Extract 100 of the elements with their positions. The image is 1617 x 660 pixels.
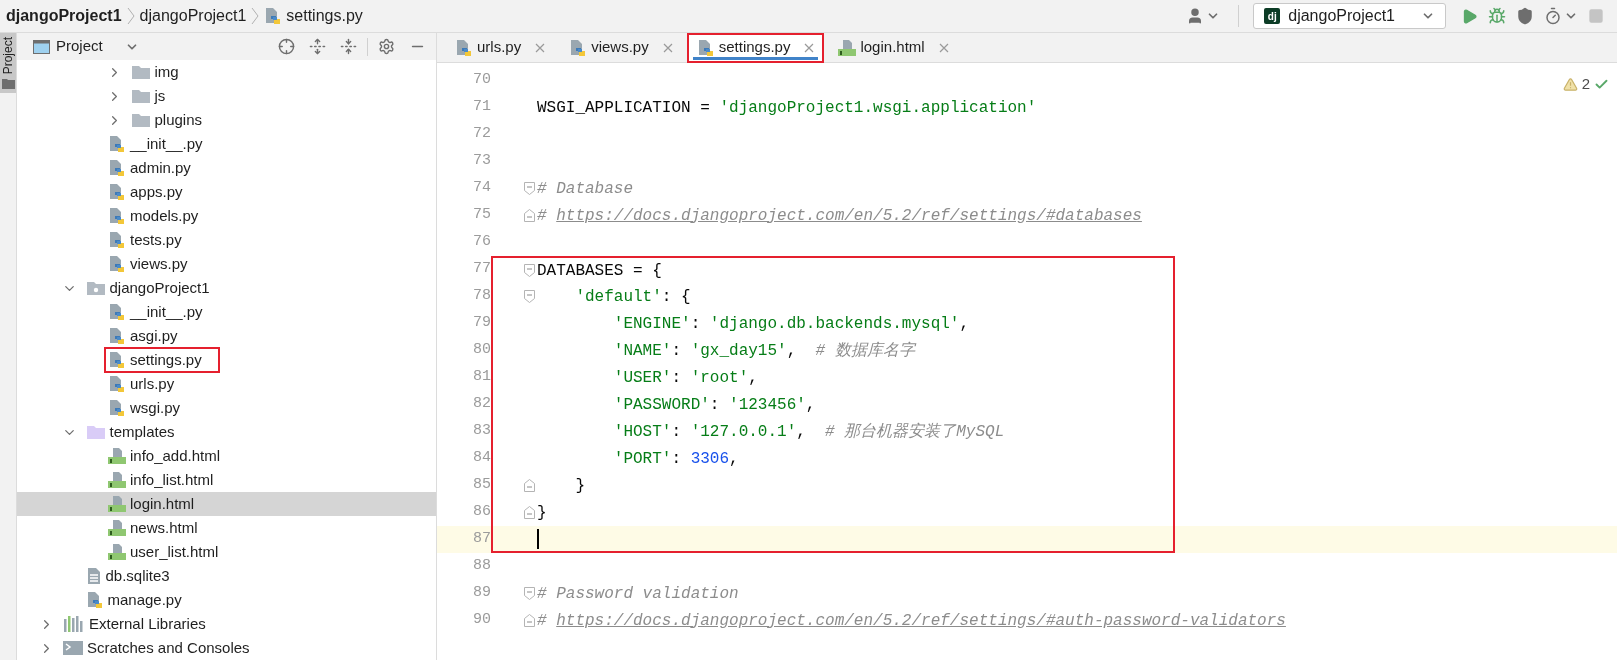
- python-file-icon: [108, 159, 126, 177]
- code-line: 'NAME': 'gx_day15', # 数据库名字: [612, 340, 915, 362]
- locate-icon[interactable]: [278, 38, 295, 55]
- line-number: 90: [472, 610, 491, 631]
- tree-item[interactable]: asgi.py: [17, 324, 436, 348]
- warning-count[interactable]: 2: [1581, 73, 1590, 96]
- python-file-icon: [85, 591, 104, 609]
- tree-item[interactable]: user_list.html: [17, 540, 436, 564]
- tree-item[interactable]: External Libraries: [17, 612, 436, 636]
- code-line: 'ENGINE': 'django.db.backends.mysql',: [612, 313, 970, 335]
- tree-item[interactable]: __init__.py: [17, 300, 436, 324]
- tree-item[interactable]: models.py: [17, 204, 436, 228]
- warning-icon[interactable]: [1562, 76, 1578, 92]
- editor-tab[interactable]: login.html: [828, 32, 959, 63]
- tree-item[interactable]: login.html: [17, 492, 436, 516]
- tree-item[interactable]: db.sqlite3: [17, 564, 436, 588]
- line-number: 72: [472, 124, 491, 145]
- tree-item[interactable]: urls.py: [17, 372, 436, 396]
- tree-item[interactable]: apps.py: [17, 180, 436, 204]
- tree-item[interactable]: js: [17, 84, 436, 108]
- python-file-icon: [108, 399, 126, 417]
- folder-icon: [1, 78, 15, 90]
- python-file-icon: [108, 231, 126, 249]
- tree-item[interactable]: manage.py: [17, 588, 436, 612]
- line-number: 84: [472, 448, 491, 469]
- html-file-icon: [838, 38, 857, 57]
- settings-icon[interactable]: [378, 38, 395, 55]
- project-tool-tab[interactable]: Project: [0, 33, 16, 94]
- fold-marker-icon[interactable]: [524, 587, 535, 600]
- fold-marker-icon[interactable]: [524, 290, 535, 303]
- editor-tab[interactable]: urls.py: [445, 32, 556, 63]
- breadcrumb[interactable]: djangoProject1: [139, 4, 247, 28]
- line-number: 83: [472, 421, 491, 442]
- code-line: # https://docs.djangoproject.com/en/5.2/ref/settings/#auth-password-validators: [537, 610, 1286, 632]
- fold-marker-icon[interactable]: [524, 264, 535, 277]
- code-line: 'PASSWORD': '123456',: [612, 394, 816, 416]
- editor-tab[interactable]: views.py: [559, 32, 683, 63]
- python-file-icon: [455, 38, 473, 57]
- line-number: 75: [472, 205, 491, 226]
- fold-marker-icon[interactable]: [524, 479, 535, 492]
- code-line: # Database: [537, 178, 633, 200]
- code-line: WSGI_APPLICATION = 'djangoProject1.wsgi.application': [537, 97, 1037, 119]
- tree-item[interactable]: Scratches and Consoles: [17, 636, 436, 660]
- django-logo-icon: dj: [1264, 8, 1281, 24]
- html-file-icon: [108, 519, 126, 537]
- play-icon: [1461, 7, 1478, 25]
- tree-item[interactable]: info_add.html: [17, 444, 436, 468]
- stop-icon: [1588, 8, 1604, 24]
- fold-marker-icon[interactable]: [524, 506, 535, 519]
- tree-item[interactable]: wsgi.py: [17, 396, 436, 420]
- python-file-icon: [108, 183, 126, 201]
- console-icon: [63, 641, 83, 655]
- collapse-all-icon[interactable]: [340, 38, 357, 55]
- tree-item[interactable]: djangoProject1: [17, 276, 436, 300]
- line-number: 85: [472, 475, 491, 496]
- code-line: DATABASES = {: [537, 260, 662, 282]
- fold-marker-icon[interactable]: [524, 209, 535, 222]
- line-number: 81: [472, 367, 491, 388]
- close-icon[interactable]: [804, 42, 815, 53]
- python-file-icon: [108, 375, 126, 393]
- tree-item[interactable]: templates: [17, 420, 436, 444]
- python-file-icon: [569, 38, 588, 57]
- tree-item[interactable]: tests.py: [17, 228, 436, 252]
- python-file-icon: [108, 351, 126, 369]
- tree-item[interactable]: news.html: [17, 516, 436, 540]
- python-file-icon: [108, 255, 126, 273]
- tree-item[interactable]: __init__.py: [17, 132, 436, 156]
- expand-all-icon[interactable]: [309, 38, 326, 55]
- code-line: 'USER': 'root',: [612, 367, 758, 389]
- editor-tab[interactable]: settings.py: [686, 32, 825, 63]
- close-icon[interactable]: [535, 42, 546, 53]
- html-file-icon: [108, 543, 126, 561]
- line-number: 70: [472, 70, 491, 91]
- breadcrumb-separator-icon: [251, 6, 260, 26]
- fold-marker-icon[interactable]: [524, 182, 535, 195]
- breadcrumb[interactable]: settings.py: [264, 4, 363, 28]
- folder-icon: [130, 88, 151, 104]
- code-line: }: [537, 502, 547, 524]
- html-file-icon: [108, 471, 126, 489]
- fold-marker-icon[interactable]: [524, 614, 535, 627]
- line-number: 89: [472, 583, 491, 604]
- line-number: 82: [472, 394, 491, 415]
- close-icon[interactable]: [662, 42, 673, 53]
- shield-icon: [1516, 7, 1534, 25]
- tree-item[interactable]: views.py: [17, 252, 436, 276]
- bug-icon: [1488, 7, 1506, 25]
- code-line: 'PORT': 3306,: [612, 448, 739, 470]
- folder-icon: [85, 424, 106, 440]
- tree-item[interactable]: img: [17, 60, 436, 84]
- tree-item[interactable]: plugins: [17, 108, 436, 132]
- tree-item[interactable]: settings.py: [17, 348, 436, 372]
- run-configuration-dropdown[interactable]: dj djangoProject1: [1253, 3, 1446, 29]
- close-icon[interactable]: [938, 42, 949, 53]
- line-number: 73: [472, 151, 491, 172]
- html-file-icon: [108, 447, 126, 465]
- code-line: }: [574, 475, 585, 497]
- tree-item[interactable]: admin.py: [17, 156, 436, 180]
- code-line: # https://docs.djangoproject.com/en/5.2/ref/settings/#databases: [537, 205, 1142, 227]
- breadcrumb[interactable]: djangoProject1: [6, 4, 122, 28]
- tree-item[interactable]: info_list.html: [17, 468, 436, 492]
